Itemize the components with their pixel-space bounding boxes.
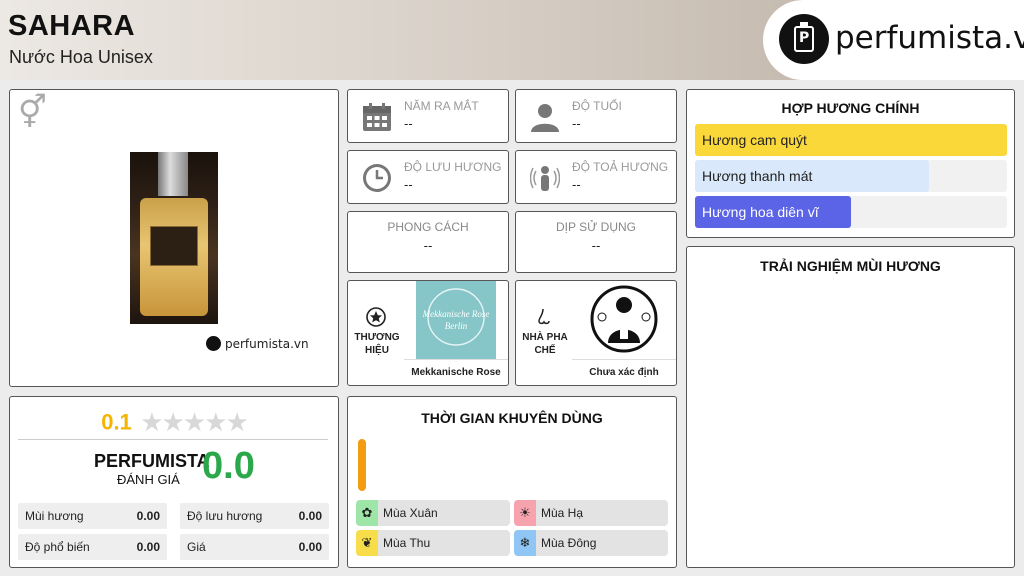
radiating-person-icon (530, 166, 560, 191)
perfumista-score: 0.0 (202, 445, 255, 487)
metric-value: 0.00 (136, 540, 160, 554)
person-icon (531, 104, 559, 132)
main-accords-card: HỢP HƯƠNG CHÍNH Hương cam quýt Hương tha… (686, 89, 1015, 238)
brand-name: Mekkanische Rose (404, 359, 508, 385)
info-value: -- (591, 238, 601, 253)
metric-label: Mùi hương (25, 509, 84, 523)
metric-price: Giá 0.00 (180, 534, 329, 560)
season-summer: ☀ Mùa Hạ (514, 500, 668, 526)
snowflake-icon: ❄ (514, 530, 536, 556)
metric-label: Độ phổ biến (25, 540, 90, 554)
info-label: NĂM RA MẮT (404, 99, 479, 113)
season-label: Mùa Xuân (383, 506, 438, 520)
metric-label: Giá (187, 540, 206, 554)
watermark-text: perfumista.vn (225, 337, 309, 351)
metric-value: 0.00 (298, 540, 322, 554)
metric-value: 0.00 (136, 509, 160, 523)
calendar-icon (363, 103, 391, 131)
info-occasion: DỊP SỬ DỤNG -- (515, 211, 677, 273)
page-title: SAHARA (8, 10, 136, 42)
accord-label: Hương cam quýt (702, 132, 807, 148)
clock-icon (363, 164, 391, 192)
perfumista-label: PERFUMISTA (94, 451, 210, 471)
metric-scent: Mùi hương 0.00 (18, 503, 167, 529)
logo-text: perfumista.vn (835, 20, 1024, 56)
season-autumn: ❦ Mùa Thu (356, 530, 510, 556)
info-value: -- (423, 238, 433, 253)
info-longevity: ĐỘ LƯU HƯƠNG -- (347, 150, 509, 204)
experience-title: TRẢI NGHIỆM MÙI HƯƠNG (760, 258, 941, 274)
info-value: -- (572, 177, 581, 192)
accord-bar: Hương thanh mát (695, 160, 1007, 192)
info-value: -- (404, 116, 413, 131)
scent-experience-card: TRẢI NGHIỆM MÙI HƯƠNG (686, 246, 1015, 568)
star-rating-icon[interactable]: ★★★★★ (140, 407, 249, 437)
rating-card: 0.1 ★★★★★ PERFUMISTA ĐÁNH GIÁ 0.0 Mùi hư… (9, 396, 339, 568)
brand-logo-line1: Mekkanische Rose (422, 309, 490, 319)
user-score: 0.1 (101, 409, 132, 435)
accord-bar: Hương cam quýt (695, 124, 1007, 156)
day-night-indicator (358, 439, 366, 491)
brand-logo: Mekkanische Rose Berlin (416, 281, 496, 359)
rating-sub-label: ĐÁNH GIÁ (117, 472, 180, 487)
user-rating: 0.1 ★★★★★ (10, 407, 338, 438)
metric-label: Độ lưu hương (187, 509, 263, 523)
brand-label: THƯƠNG HIỆU (354, 332, 400, 356)
season-spring: ✿ Mùa Xuân (356, 500, 510, 526)
divider (18, 439, 328, 440)
brand-logo-line2: Berlin (445, 321, 468, 331)
brand-side: THƯƠNG HIỆU (348, 281, 404, 359)
perfumer-side: NHÀ PHA CHẾ (516, 281, 572, 359)
nose-icon (538, 308, 550, 325)
brand-card[interactable]: THƯƠNG HIỆU Mekkanische Rose Berlin Mekk… (347, 280, 509, 386)
info-sillage: ĐỘ TOẢ HƯƠNG -- (515, 150, 677, 204)
site-logo[interactable]: P perfumista.vn (763, 0, 1024, 80)
info-label: ĐỘ LƯU HƯƠNG (404, 160, 502, 174)
metric-longevity: Độ lưu hương 0.00 (180, 503, 329, 529)
accord-bar: Hương hoa diên vĩ (695, 196, 1007, 228)
accord-label: Hương thanh mát (702, 168, 813, 184)
info-label: ĐỘ TUỔI (572, 99, 622, 113)
metric-popularity: Độ phổ biến 0.00 (18, 534, 167, 560)
star-badge-icon (366, 307, 386, 327)
product-photo (130, 152, 218, 324)
recommended-time-card: THỜI GIAN KHUYÊN DÙNG ✿ Mùa Xuân ☀ Mùa H… (347, 396, 677, 568)
info-age: ĐỘ TUỔI -- (515, 89, 677, 143)
season-label: Mùa Thu (383, 536, 431, 550)
info-label: PHONG CÁCH (387, 220, 469, 234)
accords-title: HỢP HƯƠNG CHÍNH (781, 100, 920, 116)
perfume-bottle-logo-icon: P (779, 14, 829, 64)
perfumer-avatar (584, 281, 664, 359)
perfumer-card[interactable]: NHÀ PHA CHẾ Chưa xác định (515, 280, 677, 386)
product-image-card: ⚥ perfumista.vn (9, 89, 339, 387)
unisex-gender-icon: ⚥ (18, 94, 47, 130)
season-winter: ❄ Mùa Đông (514, 530, 668, 556)
accord-label: Hương hoa diên vĩ (702, 204, 819, 220)
header-bar: SAHARA Nước Hoa Unisex P perfumista.vn (0, 0, 1024, 80)
photo-watermark: perfumista.vn (206, 336, 309, 351)
info-year: NĂM RA MẮT -- (347, 89, 509, 143)
info-label: DỊP SỬ DỤNG (555, 220, 637, 234)
sun-icon: ☀ (514, 500, 536, 526)
season-label: Mùa Hạ (541, 506, 584, 520)
season-label: Mùa Đông (541, 536, 597, 550)
info-value: -- (572, 116, 581, 131)
perfumer-label: NHÀ PHA CHẾ (522, 332, 568, 356)
perfumer-name: Chưa xác định (572, 359, 676, 385)
metric-value: 0.00 (298, 509, 322, 523)
flower-icon: ✿ (356, 500, 378, 526)
time-title: THỜI GIAN KHUYÊN DÙNG (421, 410, 603, 426)
info-label: ĐỘ TOẢ HƯƠNG (572, 160, 669, 174)
info-style: PHONG CÁCH -- (347, 211, 509, 273)
info-value: -- (404, 177, 413, 192)
leaf-icon: ❦ (356, 530, 378, 556)
page-subtitle: Nước Hoa Unisex (9, 47, 153, 67)
